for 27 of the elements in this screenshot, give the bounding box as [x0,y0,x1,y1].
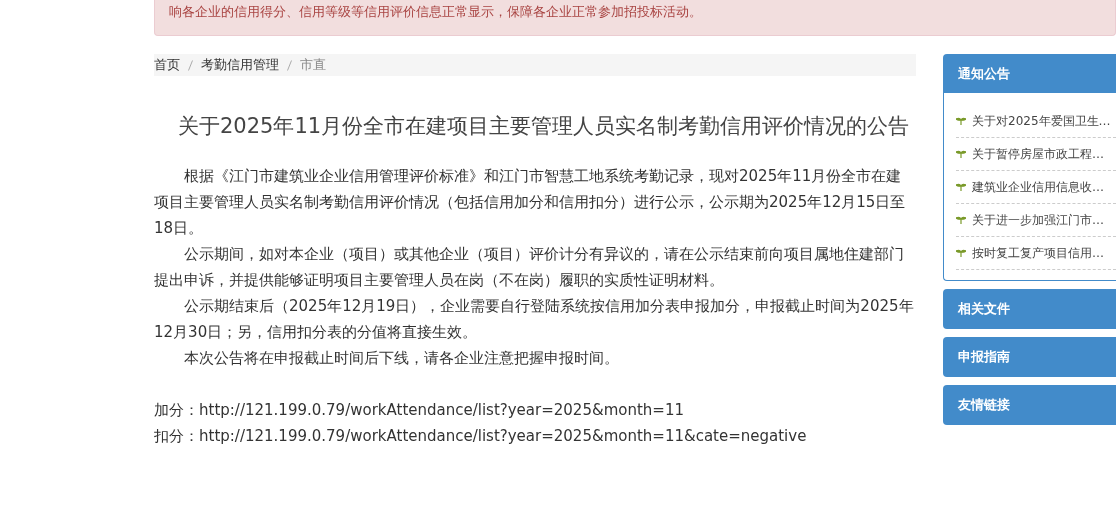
link-line: 扣分：http://121.199.0.79/workAttendance/list?year=2025&month=11&cate=negative [154,426,808,447]
notice-item[interactable]: 建筑业企业信用信息收… [956,171,1116,204]
breadcrumb-link[interactable]: 首页 [154,56,180,74]
article-paragraph: 本次公告将在申报截止时间后下线，请各企业注意把握申报时间。 [183,348,620,369]
link-line: 加分：http://121.199.0.79/workAttendance/list?year=2025&month=11 [154,400,685,421]
slash-icon [188,59,193,71]
alert-message: 响各企业的信用得分、信用等级等信用评价信息正常显示，保障各企业正常参加招投标活动。 [154,0,1116,36]
panel-header[interactable]: 友情链接 [944,386,1116,424]
panel-header[interactable]: 相关文件 [944,290,1116,328]
breadcrumb-current: 市直 [300,56,326,74]
notice-item[interactable]: 关于暂停房屋市政工程… [956,138,1116,171]
article-paragraph: 公示期间，如对本企业（项目）或其他企业（项目）评价计分有异议的，请在公示结束前向项目属地住建部门提出申诉，并提供能够证明项目主要管理人员在岗（不在岗）履职的实质性证明材料。 [154,244,905,291]
sprout-icon [956,216,966,224]
article-paragraph: 公示期结束后（2025年12月19日），企业需要自行登陆系统按信用加分表申报加分，申报截止时间为2025年12月30日；另，信用扣分表的分值将直接生效。 [154,296,915,343]
sprout-icon [956,117,966,125]
notice-item[interactable]: 关于对2025年爱国卫生… [956,105,1116,138]
article-title: 关于2025年11月份全市在建项目主要管理人员实名制考勤信用评价情况的公告 [177,113,911,140]
notice-item[interactable]: 按时复工复产项目信用… [956,237,1116,270]
article-paragraph: 根据《江门市建筑业企业信用管理评价标准》和江门市智慧工地系统考勤记录，现对2025年11月份全市在建项目主要管理人员实名制考勤信用评价情况（包括信用加分和信用扣分）进行公示，公示期为2025年12月15日至18日。 [154,166,907,239]
sprout-icon [956,150,966,158]
panel-header[interactable]: 申报指南 [944,338,1116,376]
panel-header[interactable]: 通知公告 [944,55,1116,93]
slash-icon [287,59,292,71]
breadcrumb-link[interactable]: 考勤信用管理 [201,56,279,74]
notice-item[interactable]: 关于进一步加强江门市… [956,204,1116,237]
sprout-icon [956,249,966,257]
sprout-icon [956,183,966,191]
